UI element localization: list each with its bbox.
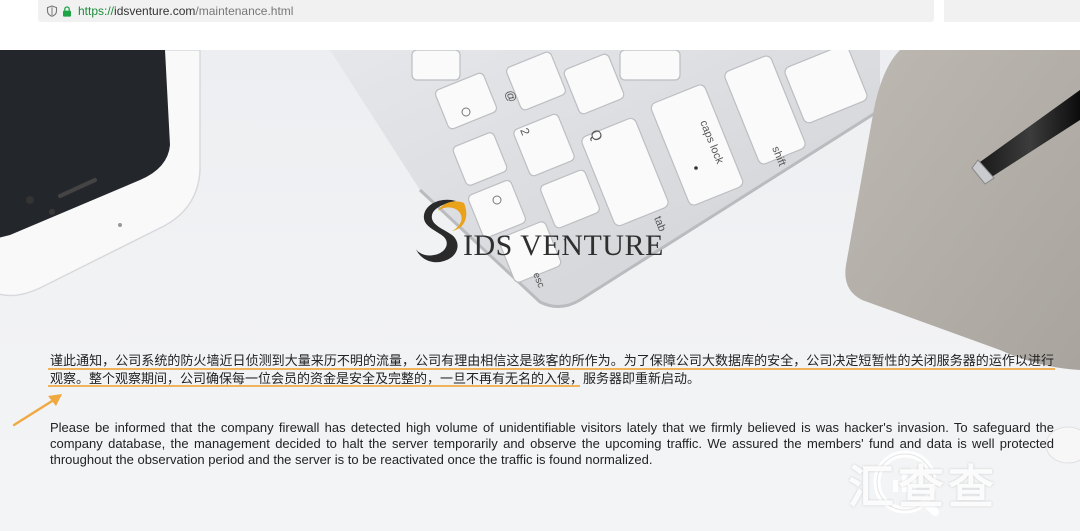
url-host: idsventure.com — [114, 4, 196, 18]
lock-icon[interactable] — [62, 5, 72, 17]
toolbar-extension-area — [944, 0, 1080, 22]
url-path: /maintenance.html — [195, 4, 294, 18]
url-scheme: https:// — [78, 4, 115, 18]
address-bar[interactable]: https:// idsventure.com /maintenance.htm… — [38, 0, 934, 22]
browser-chrome: https:// idsventure.com /maintenance.htm… — [0, 0, 1080, 50]
highlight-underline-1 — [48, 368, 1055, 370]
notice-chinese: 谨此通知，公司系统的防火墙近日侦测到大量来历不明的流量，公司有理由相信这是骇客的… — [50, 353, 1054, 386]
fabric-pad — [845, 50, 1080, 370]
watermark-text: 汇查查 — [848, 461, 998, 513]
shield-icon[interactable] — [46, 5, 58, 17]
logo-text: IDS VENTURE — [463, 229, 664, 262]
highlight-underline-2 — [48, 385, 580, 387]
keyboard-illustration: @ 2 Q caps lock tab shift ~ esc — [330, 50, 881, 308]
phone-illustration — [0, 50, 201, 297]
